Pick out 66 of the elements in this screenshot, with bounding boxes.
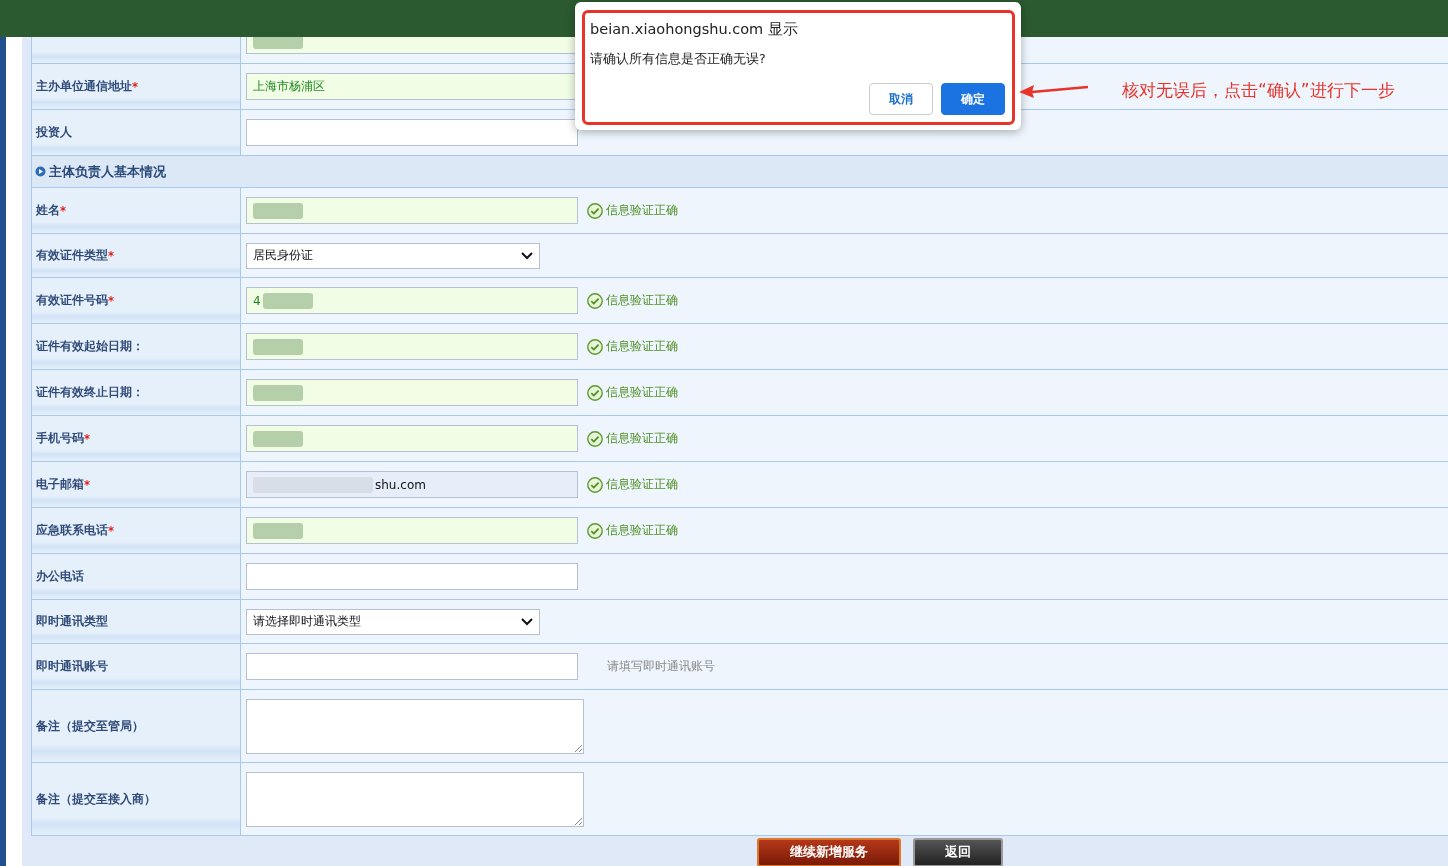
form-button[interactable]: 继续新增服务 (756, 838, 901, 866)
required-mark: * (108, 248, 114, 263)
field-label: 姓名 (36, 203, 60, 218)
check-circle-icon (587, 202, 603, 219)
field-label: 应急联系电话 (36, 523, 108, 538)
play-circle-icon (35, 166, 46, 177)
input-field[interactable]: 4 (246, 287, 578, 314)
resize-grip-icon (574, 743, 582, 752)
input-field[interactable]: shu.com (246, 471, 578, 498)
dialog-button[interactable]: 确定 (941, 83, 1005, 115)
input-field[interactable] (246, 379, 578, 406)
field-label: 投资人 (36, 125, 72, 140)
required-mark: * (108, 523, 114, 538)
field-label: 备注（提交至接入商） (36, 791, 156, 807)
field-label: 电子邮箱 (36, 477, 84, 492)
check-circle-icon (587, 384, 603, 401)
chevron-icon (521, 251, 533, 260)
validation-message: 信息验证正确 (606, 430, 678, 447)
input-field[interactable] (246, 653, 578, 680)
input-field[interactable] (246, 333, 578, 360)
input-field[interactable] (246, 563, 578, 590)
validation-message: 信息验证正确 (606, 202, 678, 219)
section-title: 主体负责人基本情况 (49, 162, 166, 181)
input-field[interactable]: 上海市杨浦区 (246, 73, 578, 100)
field-label: 办公电话 (36, 569, 84, 584)
dialog-button[interactable]: 取消 (869, 83, 933, 115)
field-label: 备注（提交至管局） (36, 718, 144, 734)
dialog-message: 请确认所有信息是否正确无误? (590, 51, 767, 68)
field-label: 即时通讯账号 (36, 659, 108, 674)
check-circle-icon (587, 476, 603, 493)
annotation-text: 核对无误后，点击“确认”进行下一步 (1122, 79, 1395, 102)
required-mark: * (60, 203, 66, 218)
input-field[interactable] (246, 425, 578, 452)
check-circle-icon (587, 430, 603, 447)
check-circle-icon (587, 522, 603, 539)
field-label: 主办单位通信地址 (36, 79, 132, 94)
validation-message: 信息验证正确 (606, 338, 678, 355)
text-area[interactable] (246, 771, 584, 827)
dialog-title: beian.xiaohongshu.com 显示 (590, 20, 799, 39)
field-label: 证件有效起始日期： (36, 339, 144, 354)
field-label: 有效证件号码 (36, 293, 108, 308)
required-mark: * (108, 293, 114, 308)
input-field[interactable] (246, 119, 578, 146)
validation-message: 信息验证正确 (606, 476, 678, 493)
validation-message: 信息验证正确 (606, 522, 678, 539)
required-mark: * (84, 477, 90, 492)
required-mark: * (132, 79, 138, 94)
input-field[interactable] (246, 517, 578, 544)
field-label: 有效证件类型 (36, 248, 108, 263)
check-circle-icon (587, 292, 603, 309)
text-area[interactable] (246, 698, 584, 754)
input-field[interactable] (246, 197, 578, 224)
chevron-icon (521, 617, 533, 626)
field-label: 证件有效终止日期： (36, 385, 144, 400)
field-label: 即时通讯类型 (36, 614, 108, 629)
dropdown[interactable]: 居民身份证 (246, 242, 540, 269)
form-button[interactable]: 返回 (912, 838, 1003, 866)
hint-text: 请填写即时通讯账号 (607, 658, 715, 675)
resize-grip-icon (574, 816, 582, 825)
validation-message: 信息验证正确 (606, 384, 678, 401)
dropdown[interactable]: 请选择即时通讯类型 (246, 608, 540, 635)
validation-message: 信息验证正确 (606, 292, 678, 309)
field-label: 手机号码 (36, 431, 84, 446)
arrow-icon (1018, 84, 1090, 98)
check-circle-icon (587, 338, 603, 355)
required-mark: * (84, 431, 90, 446)
